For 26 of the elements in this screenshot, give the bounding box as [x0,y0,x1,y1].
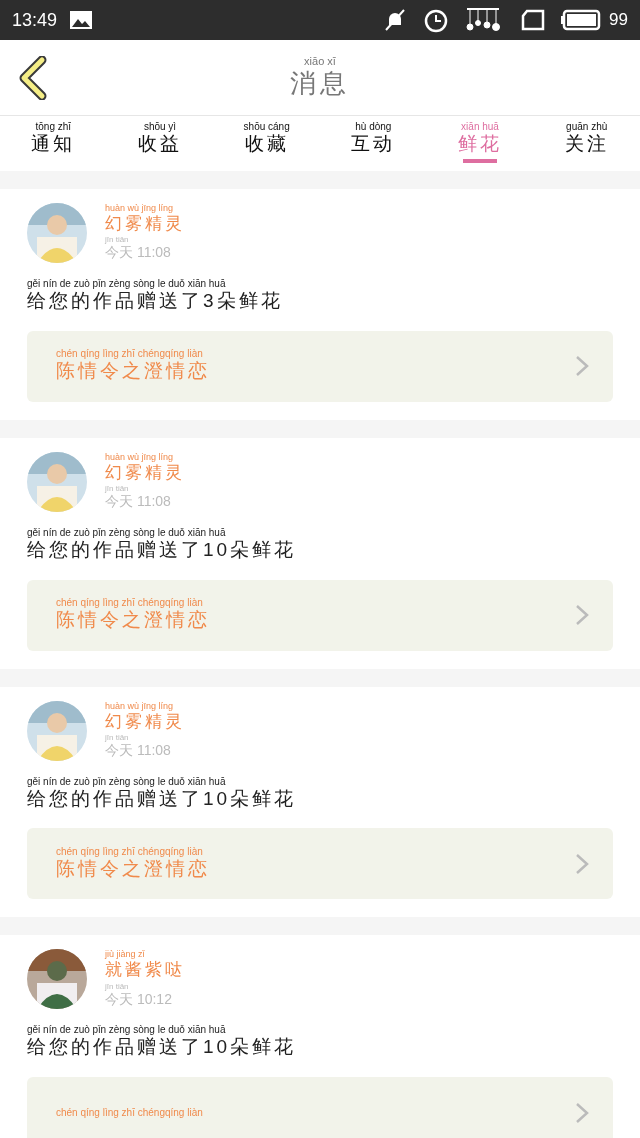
page-title: xiāo xī 消息 [290,55,350,100]
message-text: gěi nín de zuò pǐn zèng sòng le duǒ xiān huā 给您的作品赠送了10朵鲜花 [27,776,298,811]
image-icon [69,10,94,30]
sim-card-icon [521,9,546,31]
tab[interactable]: guān zhù 关注 [533,116,640,171]
chevron-right-icon [575,604,589,626]
user-name: huàn wù jīng líng 幻雾精灵 [105,701,185,732]
tab[interactable]: hù dòng 互动 [320,116,427,171]
chevron-right-icon [575,852,589,875]
message-text: gěi nín de zuò pǐn zèng sòng le duǒ xiān huā 给您的作品赠送了10朵鲜花 [27,1025,298,1059]
chevron-right-icon [575,1101,589,1124]
tab[interactable]: shōu yì 收益 [106,116,214,171]
battery-icon [561,9,602,31]
message-text: gěi nín de zuò pǐn zèng sòng le duǒ xiān huā 给您的作品赠送了10朵鲜花 [27,527,298,562]
message-text: gěi nín de zuò pǐn zèng sòng le duǒ xiān huā 给您的作品赠送了3朵鲜花 [27,279,284,313]
user-name: huàn wù jīng líng 幻雾精灵 [105,204,185,235]
tab[interactable]: shōu cáng 收藏 [213,116,320,171]
bell-muted-icon [383,8,408,32]
alarm-icon [423,7,450,33]
user-name: huàn wù jīng líng 幻雾精灵 [105,452,185,484]
chevron-right-icon [575,355,589,378]
hanging-charms-icon [465,7,502,33]
battery-level: 99 [609,9,628,32]
tab[interactable]: tōng zhī 通知 [0,116,107,171]
clock: 13:49 [12,8,58,32]
user-name: jiù jiàng zǐ 就酱紫哒 [105,950,185,981]
